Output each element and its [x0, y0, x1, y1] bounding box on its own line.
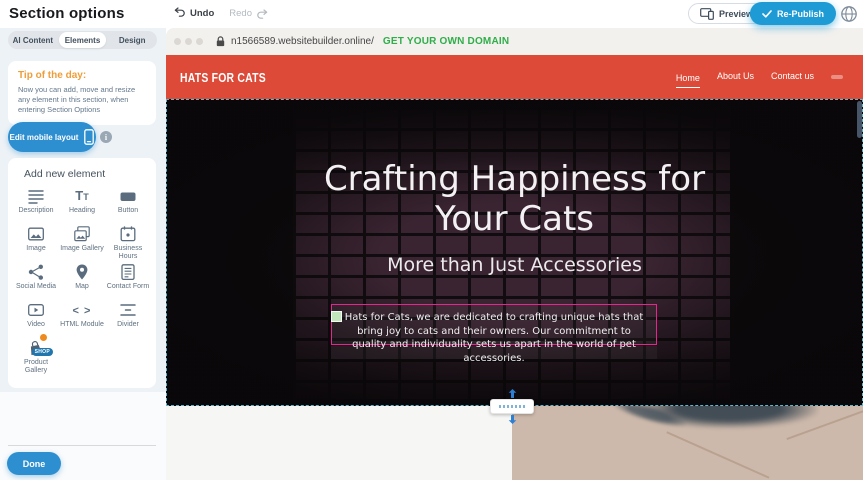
next-section-image: [512, 406, 863, 480]
business-hours-icon: [119, 224, 137, 243]
element-item-heading[interactable]: Heading: [59, 186, 105, 224]
tab-design[interactable]: Design: [108, 32, 156, 48]
scrollbar-thumb[interactable]: [857, 101, 862, 138]
nav-item-about[interactable]: About Us: [717, 71, 754, 83]
site-logo[interactable]: HATS FOR CATS: [180, 70, 266, 85]
tab-elements[interactable]: Elements: [59, 32, 107, 48]
window-dot: [185, 38, 192, 45]
element-item-product-gallery[interactable]: SHOP Product Gallery: [13, 338, 59, 376]
window-dot: [196, 38, 203, 45]
address-bar: n1566589.websitebuilder.online/ GET YOUR…: [166, 28, 863, 55]
done-button[interactable]: Done: [7, 452, 61, 475]
element-item-html-module[interactable]: HTML Module: [59, 300, 105, 338]
window-dot: [174, 38, 181, 45]
resize-grip[interactable]: [490, 399, 534, 414]
element-item-contact-form[interactable]: Contact Form: [105, 262, 151, 300]
element-item-divider[interactable]: Divider: [105, 300, 151, 338]
element-item-image[interactable]: Image: [13, 224, 59, 262]
new-badge-icon: [39, 333, 48, 342]
site-url: n1566589.websitebuilder.online/: [231, 36, 374, 47]
selected-description-element[interactable]: Hats for Cats, we are dedicated to craft…: [331, 304, 657, 345]
redo-icon: [256, 9, 268, 19]
arrow-up-icon[interactable]: [508, 389, 517, 398]
undo-icon: [174, 7, 186, 20]
lock-icon: [216, 36, 225, 47]
edit-mobile-layout-button[interactable]: Edit mobile layout: [8, 122, 96, 152]
panel-tabs: AI Content Elements Design: [8, 31, 157, 49]
add-element-card: Add new element Description Heading Butt…: [8, 158, 156, 388]
drag-handle[interactable]: [331, 311, 342, 322]
devices-icon: [700, 8, 714, 20]
button-icon: [119, 186, 137, 205]
arrow-down-icon[interactable]: [508, 415, 517, 424]
top-toolbar: Section options Undo Redo Preview Re-Pub…: [0, 0, 863, 28]
next-section-blank: [166, 406, 512, 480]
nav-item-home[interactable]: Home: [676, 73, 700, 88]
phone-icon: [84, 129, 94, 145]
video-icon: [27, 300, 45, 319]
footer-divider: [8, 445, 156, 446]
check-icon: [762, 10, 772, 18]
element-grid: Description Heading Button Image Image G…: [8, 183, 156, 376]
tip-body: Now you can add, move and resize any ele…: [18, 85, 146, 115]
heading-icon: [75, 186, 88, 205]
tip-of-the-day-card: Tip of the day: Now you can add, move an…: [8, 61, 156, 125]
map-icon: [73, 262, 91, 281]
shop-badge: SHOP: [32, 348, 53, 356]
window-dots: [174, 38, 203, 45]
section-resize-handle[interactable]: [490, 389, 534, 431]
globe-icon[interactable]: [840, 5, 858, 23]
tip-title: Tip of the day:: [18, 70, 146, 81]
nav-more-icon[interactable]: [831, 75, 843, 79]
history-controls: Undo Redo: [174, 7, 268, 20]
element-item-video[interactable]: Video: [13, 300, 59, 338]
element-item-button[interactable]: Button: [105, 186, 151, 224]
hero-description: Hats for Cats, we are dedicated to craft…: [332, 305, 656, 365]
get-domain-link[interactable]: GET YOUR OWN DOMAIN: [383, 36, 509, 47]
site-preview-frame: n1566589.websitebuilder.online/ GET YOUR…: [166, 28, 863, 480]
description-icon: [27, 186, 45, 205]
image-gallery-icon: [73, 224, 91, 243]
hero-section[interactable]: Crafting Happiness for Your Cats More th…: [166, 99, 863, 406]
tab-ai-content[interactable]: AI Content: [9, 32, 57, 48]
republish-button[interactable]: Re-Publish: [750, 2, 836, 25]
element-item-image-gallery[interactable]: Image Gallery: [59, 224, 105, 262]
contact-form-icon: [119, 262, 137, 281]
site-nav: Home About Us Contact us: [676, 71, 843, 83]
grip-dots-icon: [499, 405, 525, 408]
page-title: Section options: [9, 5, 125, 22]
element-item-business-hours[interactable]: Business Hours: [105, 224, 151, 262]
pavement-crack: [667, 431, 770, 478]
social-media-icon: [27, 262, 45, 281]
panel-footer: Done: [0, 392, 166, 480]
element-item-social-media[interactable]: Social Media: [13, 262, 59, 300]
undo-button[interactable]: Undo: [174, 7, 214, 20]
element-item-map[interactable]: Map: [59, 262, 105, 300]
nav-item-contact[interactable]: Contact us: [771, 71, 814, 83]
element-item-description[interactable]: Description: [13, 186, 59, 224]
divider-icon: [119, 300, 137, 319]
product-gallery-icon: SHOP: [27, 338, 45, 357]
redo-button[interactable]: Redo: [229, 8, 268, 19]
image-icon: [27, 224, 45, 243]
hero-heading[interactable]: Crafting Happiness for Your Cats: [166, 159, 863, 239]
html-module-icon: [73, 300, 92, 319]
info-icon[interactable]: [100, 131, 112, 143]
add-element-title: Add new element: [24, 168, 156, 180]
site-header: HATS FOR CATS Home About Us Contact us: [166, 55, 863, 99]
section-options-panel: AI Content Elements Design Tip of the da…: [0, 28, 166, 480]
hero-subheading[interactable]: More than Just Accessories: [166, 253, 863, 277]
